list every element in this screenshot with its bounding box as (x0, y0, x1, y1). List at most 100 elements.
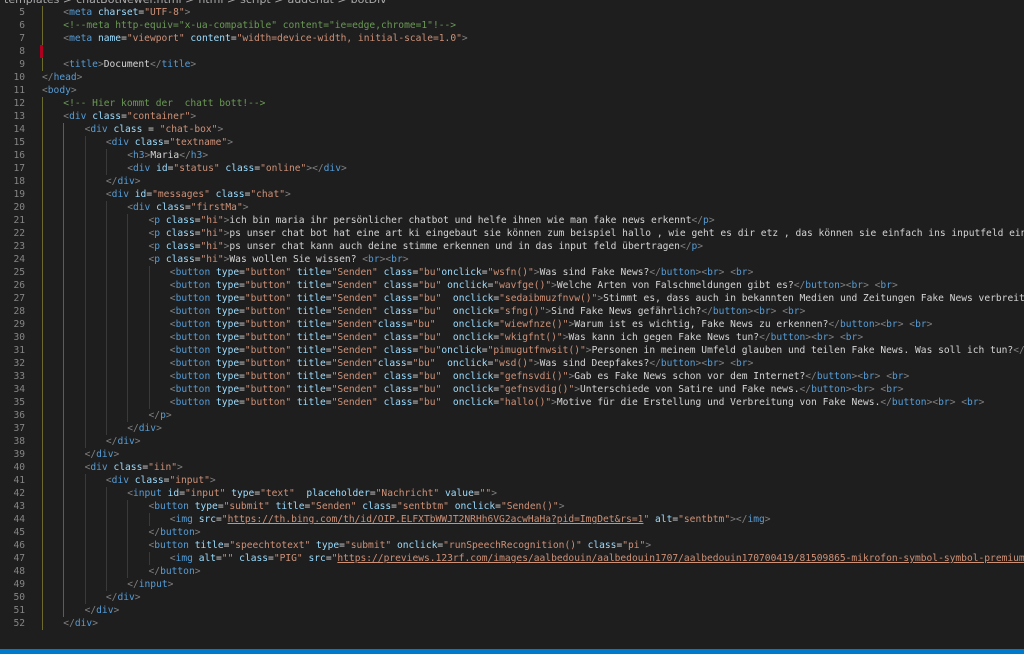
code-line[interactable]: 17 <div id="status" class="online"></div> (0, 162, 1024, 175)
code-line[interactable]: 7 <meta name="viewport" content="width=de… (0, 32, 1024, 45)
code-line[interactable]: 12 <!-- Hier kommt der chatt bott!--> (0, 97, 1024, 110)
code-line[interactable]: 35 <button type="button" title="Senden" c… (0, 396, 1024, 409)
indent-guide (42, 578, 43, 591)
indent-guide (42, 19, 43, 32)
code-line[interactable]: 23 <p class="hi">ps unser chat kann auch … (0, 240, 1024, 253)
code-line[interactable]: 15 <div class="textname"> (0, 136, 1024, 149)
code-editor[interactable]: 5 <meta charset="UTF-8"> 6 <!--meta http-eq… (0, 6, 1024, 649)
indent-guide (63, 578, 65, 591)
code-line[interactable]: 50 </div> (0, 591, 1024, 604)
indent-guide (63, 136, 65, 149)
code-text: <meta name="viewport" content="width=dev… (63, 33, 468, 44)
code-line[interactable]: 16 <h3>Maria</h3> (0, 149, 1024, 162)
code-line[interactable]: 26 <button type="button" title="Senden" c… (0, 279, 1024, 292)
indent-guide (63, 396, 65, 409)
indent-guide (127, 565, 129, 578)
code-line[interactable]: 22 <p class="hi">ps unser chat bot hat ei… (0, 227, 1024, 240)
code-line[interactable]: 21 <p class="hi">ich bin maria ihr persön… (0, 214, 1024, 227)
code-line[interactable]: 18 </div> (0, 175, 1024, 188)
code-line[interactable]: 52 </div> (0, 617, 1024, 630)
code-text: <button title="speechtotext" type="submi… (148, 540, 652, 551)
indent-guide (105, 526, 107, 539)
indent-guide (127, 253, 129, 266)
code-line[interactable]: 37 </div> (0, 422, 1024, 435)
code-line[interactable]: 43 <button type="submit" title="Senden" c… (0, 500, 1024, 513)
line-number: 24 (13, 254, 25, 265)
code-line[interactable]: 11 <body> (0, 84, 1024, 97)
code-line[interactable]: 10 </head> (0, 71, 1024, 84)
code-line[interactable]: 29 <button type="button" title="Senden"cl… (0, 318, 1024, 331)
line-number: 46 (13, 540, 25, 551)
code-text: </div> (105, 592, 141, 603)
error-marker (40, 45, 43, 58)
code-text: <div class = "chat-box"> (84, 124, 224, 135)
code-line[interactable]: 13 <div class="container"> (0, 110, 1024, 123)
code-line[interactable]: 49 </input> (0, 578, 1024, 591)
indent-guide (63, 279, 65, 292)
code-line[interactable]: 27 <button type="button" title="Senden" c… (0, 292, 1024, 305)
code-line[interactable]: 39 </div> (0, 448, 1024, 461)
indent-guide (105, 357, 107, 370)
code-line[interactable]: 32 <button type="button" title="Senden"cl… (0, 357, 1024, 370)
indent-guide (63, 214, 65, 227)
code-line[interactable]: 46 <button title="speechtotext" type="sub… (0, 539, 1024, 552)
indent-guide (63, 487, 65, 500)
code-line[interactable]: 14 <div class = "chat-box"> (0, 123, 1024, 136)
code-line[interactable]: 6 <!--meta http-equiv="x-ua-compatible" c… (0, 19, 1024, 32)
indent-guide (127, 500, 129, 513)
indent-guide (84, 422, 86, 435)
code-line[interactable]: 42 <input id="input" type="text" placehol… (0, 487, 1024, 500)
code-line[interactable]: 40 <div class="iin"> (0, 461, 1024, 474)
indent-guide (42, 214, 43, 227)
code-text: <button type="button" title="Senden" cla… (169, 280, 898, 291)
indent-guide (63, 357, 65, 370)
code-line[interactable]: 31 <button type="button" title="Senden" c… (0, 344, 1024, 357)
code-text: </div> (63, 618, 98, 629)
code-line[interactable]: 45 </button> (0, 526, 1024, 539)
indent-guide (42, 617, 43, 630)
code-line[interactable]: 19 <div id="messages" class="chat"> (0, 188, 1024, 201)
code-line[interactable]: 33 <button type="button" title="Senden" c… (0, 370, 1024, 383)
indent-guide (148, 331, 150, 344)
indent-guide (84, 357, 86, 370)
code-line[interactable]: 48 </button> (0, 565, 1024, 578)
code-text: <button type="button" title="Senden"clas… (169, 319, 933, 330)
code-line[interactable]: 36 </p> (0, 409, 1024, 422)
indent-guide (105, 240, 107, 253)
indent-guide (127, 214, 129, 227)
code-line[interactable]: 30 <button type="button" title="Senden" c… (0, 331, 1024, 344)
indent-guide (84, 318, 86, 331)
indent-guide (148, 305, 150, 318)
indent-guide (84, 578, 86, 591)
indent-guide (63, 526, 65, 539)
indent-guide (42, 474, 43, 487)
code-line[interactable]: 25 <button type="button" title="Senden" c… (0, 266, 1024, 279)
indent-guide (42, 565, 43, 578)
code-line[interactable]: 28 <button type="button" title="Senden" c… (0, 305, 1024, 318)
code-line[interactable]: 38 </div> (0, 435, 1024, 448)
line-number: 37 (13, 423, 25, 434)
indent-guide (42, 591, 43, 604)
indent-guide (42, 175, 43, 188)
code-line[interactable]: 51 </div> (0, 604, 1024, 617)
indent-guide (148, 370, 150, 383)
indent-guide (84, 136, 86, 149)
code-line[interactable]: 5 <meta charset="UTF-8"> (0, 6, 1024, 19)
code-line[interactable]: 20 <div class="firstMa"> (0, 201, 1024, 214)
indent-guide (42, 604, 43, 617)
code-line[interactable]: 9 <title>Document</title> (0, 58, 1024, 71)
code-line[interactable]: 8 (0, 45, 1024, 58)
indent-guide (63, 227, 65, 240)
code-line[interactable]: 44 <img src="https://th.bing.com/th/id/OI… (0, 513, 1024, 526)
line-number: 5 (19, 7, 25, 18)
indent-guide (84, 162, 86, 175)
code-line[interactable]: 34 <button type="button" title="Senden" c… (0, 383, 1024, 396)
code-text: </button> (148, 566, 201, 577)
code-line[interactable]: 24 <p class="hi">Was wollen Sie wissen? <… (0, 253, 1024, 266)
code-line[interactable]: 41 <div class="input"> (0, 474, 1024, 487)
indent-guide (42, 162, 43, 175)
line-number: 35 (13, 397, 25, 408)
indent-guide (105, 279, 107, 292)
code-line[interactable]: 47 <img alt="" class="PIG" src="https://p… (0, 552, 1024, 565)
indent-guide (42, 422, 43, 435)
